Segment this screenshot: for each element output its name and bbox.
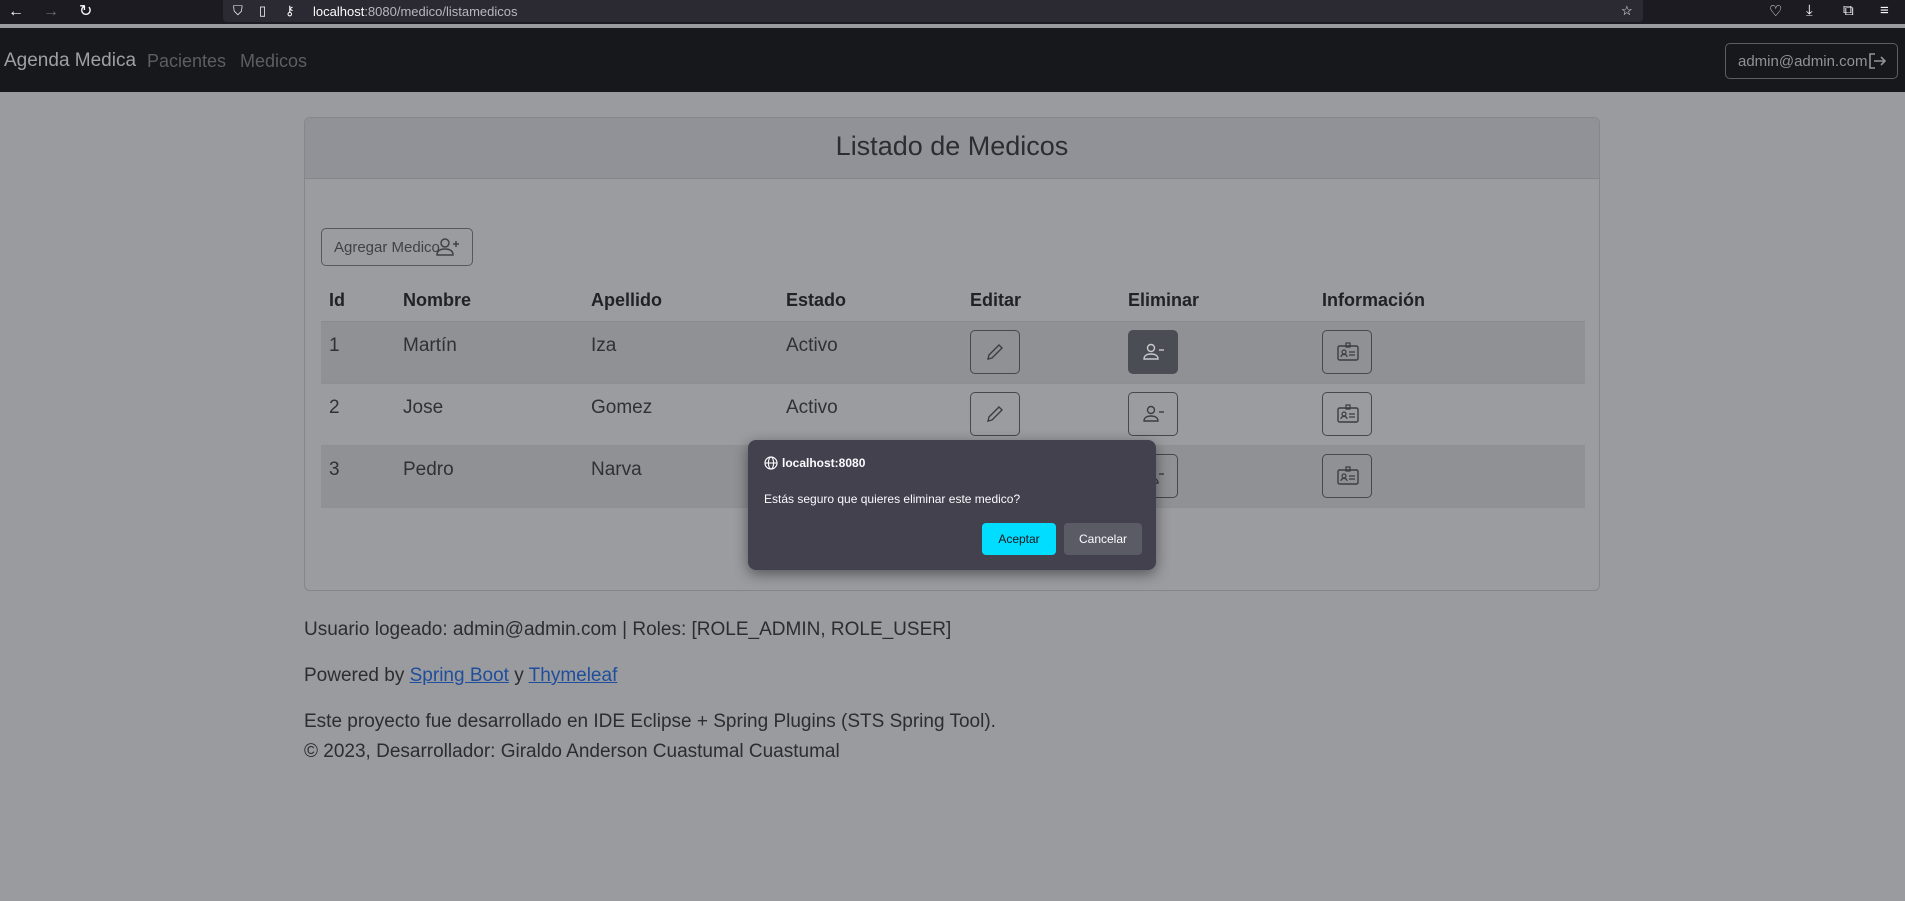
- delete-button[interactable]: [1128, 392, 1178, 436]
- project-line: Este proyecto fue desarrollado en IDE Ec…: [304, 711, 996, 732]
- and-text: y: [508, 665, 529, 686]
- nombre-text: Pedro: [403, 459, 454, 480]
- cell-editar: [962, 383, 1120, 446]
- cell-informacion: [1314, 383, 1585, 446]
- forward-arrow-icon[interactable]: →: [43, 3, 59, 21]
- dialog-origin-text: localhost:8080: [782, 456, 866, 470]
- apellido-text: Gomez: [591, 397, 653, 418]
- cell-informacion: [1314, 321, 1585, 384]
- extensions-icon[interactable]: ⧉: [1843, 2, 1854, 19]
- table-header-row: Id Nombre Apellido Estado Editar Elimina…: [321, 279, 1585, 322]
- cell-estado: Activo: [778, 321, 962, 384]
- info-button[interactable]: [1322, 454, 1372, 498]
- cell-estado: Activo: [778, 383, 962, 446]
- col-eliminar: Eliminar: [1120, 279, 1314, 322]
- delete-button[interactable]: [1128, 330, 1178, 374]
- browser-toolbar: ← → ↻ ⛉ ▯ ⚷ localhost:8080/medico/listam…: [0, 0, 1905, 24]
- cell-nombre: Pedro: [395, 445, 583, 508]
- url-text: localhost:8080/medico/listamedicos: [313, 4, 518, 19]
- edit-button[interactable]: [970, 392, 1020, 436]
- brand-link[interactable]: Agenda Medica: [4, 50, 136, 72]
- col-id: Id: [321, 279, 395, 322]
- id-text: 1: [329, 335, 340, 356]
- thymeleaf-link[interactable]: Thymeleaf: [529, 665, 618, 686]
- id-card-icon: [1337, 342, 1359, 361]
- id-card-icon: [1337, 466, 1359, 485]
- add-doctor-label: Agregar Medico: [334, 239, 440, 256]
- add-doctor-button[interactable]: Agregar Medico: [321, 228, 473, 266]
- nav-link-pacientes[interactable]: Pacientes: [147, 51, 226, 72]
- app-navbar: Agenda Medica Pacientes Medicos admin@ad…: [0, 28, 1905, 92]
- user-email: admin@admin.com: [1738, 53, 1868, 70]
- card-header: Listado de Medicos: [305, 118, 1599, 179]
- col-nombre: Nombre: [395, 279, 583, 322]
- table-row: 1 Martín Iza Activo: [321, 321, 1585, 384]
- apellido-text: Iza: [591, 335, 617, 356]
- id-text: 3: [329, 459, 340, 480]
- download-icon[interactable]: ⤓: [1806, 2, 1813, 19]
- logged-user-line: Usuario logeado: admin@admin.com | Roles…: [304, 619, 952, 640]
- cell-nombre: Martín: [395, 321, 583, 384]
- table-row: 2 Jose Gomez Activo: [321, 383, 1585, 446]
- pencil-icon: [987, 344, 1003, 360]
- nombre-text: Jose: [403, 397, 444, 418]
- back-arrow-icon[interactable]: ←: [8, 3, 24, 21]
- copyright-line: © 2023, Desarrollador: Giraldo Anderson …: [304, 741, 840, 762]
- cell-id: 1: [321, 321, 395, 384]
- cell-apellido: Gomez: [583, 383, 778, 446]
- globe-icon: [764, 456, 778, 473]
- page-title: Listado de Medicos: [835, 131, 1069, 161]
- col-estado: Estado: [778, 279, 962, 322]
- info-button[interactable]: [1322, 392, 1372, 436]
- accept-button[interactable]: Aceptar: [982, 523, 1056, 555]
- estado-text: Activo: [786, 397, 838, 418]
- pocket-icon[interactable]: ♡: [1769, 2, 1782, 20]
- powered-by-line: Powered by Spring Boot y Thymeleaf: [304, 665, 617, 687]
- id-text: 2: [329, 397, 340, 418]
- col-informacion: Información: [1314, 279, 1585, 322]
- shield-icon: ⛉: [233, 3, 243, 18]
- col-editar: Editar: [962, 279, 1120, 322]
- cell-apellido: Iza: [583, 321, 778, 384]
- user-logout-button[interactable]: admin@admin.com: [1725, 43, 1898, 79]
- person-plus-icon: [436, 237, 460, 261]
- pencil-icon: [987, 406, 1003, 422]
- key-icon: ⚷: [285, 3, 295, 18]
- logout-icon: [1867, 52, 1887, 74]
- spring-boot-link[interactable]: Spring Boot: [410, 665, 509, 686]
- cell-eliminar: [1120, 321, 1314, 384]
- powered-by-text: Powered by: [304, 665, 410, 686]
- url-bar[interactable]: ⛉ ▯ ⚷ localhost:8080/medico/listamedicos…: [223, 0, 1643, 22]
- reload-icon[interactable]: ↻: [79, 3, 92, 21]
- confirm-dialog: localhost:8080 Estás seguro que quieres …: [748, 440, 1156, 570]
- cell-nombre: Jose: [395, 383, 583, 446]
- nombre-text: Martín: [403, 335, 457, 356]
- cell-informacion: [1314, 445, 1585, 508]
- person-dash-icon: [1143, 405, 1164, 422]
- dialog-origin: localhost:8080: [764, 456, 865, 473]
- page-icon: ▯: [259, 3, 267, 18]
- nav-link-medicos[interactable]: Medicos: [240, 51, 307, 72]
- info-button[interactable]: [1322, 330, 1372, 374]
- cell-id: 2: [321, 383, 395, 446]
- cell-eliminar: [1120, 383, 1314, 446]
- cancel-button[interactable]: Cancelar: [1064, 523, 1142, 555]
- id-card-icon: [1337, 404, 1359, 423]
- dialog-message: Estás seguro que quieres eliminar este m…: [764, 492, 1021, 506]
- menu-icon[interactable]: ≡: [1880, 2, 1889, 19]
- estado-text: Activo: [786, 335, 838, 356]
- cell-id: 3: [321, 445, 395, 508]
- edit-button[interactable]: [970, 330, 1020, 374]
- star-icon[interactable]: ☆: [1621, 3, 1633, 19]
- person-dash-icon: [1143, 343, 1164, 360]
- col-apellido: Apellido: [583, 279, 778, 322]
- cell-editar: [962, 321, 1120, 384]
